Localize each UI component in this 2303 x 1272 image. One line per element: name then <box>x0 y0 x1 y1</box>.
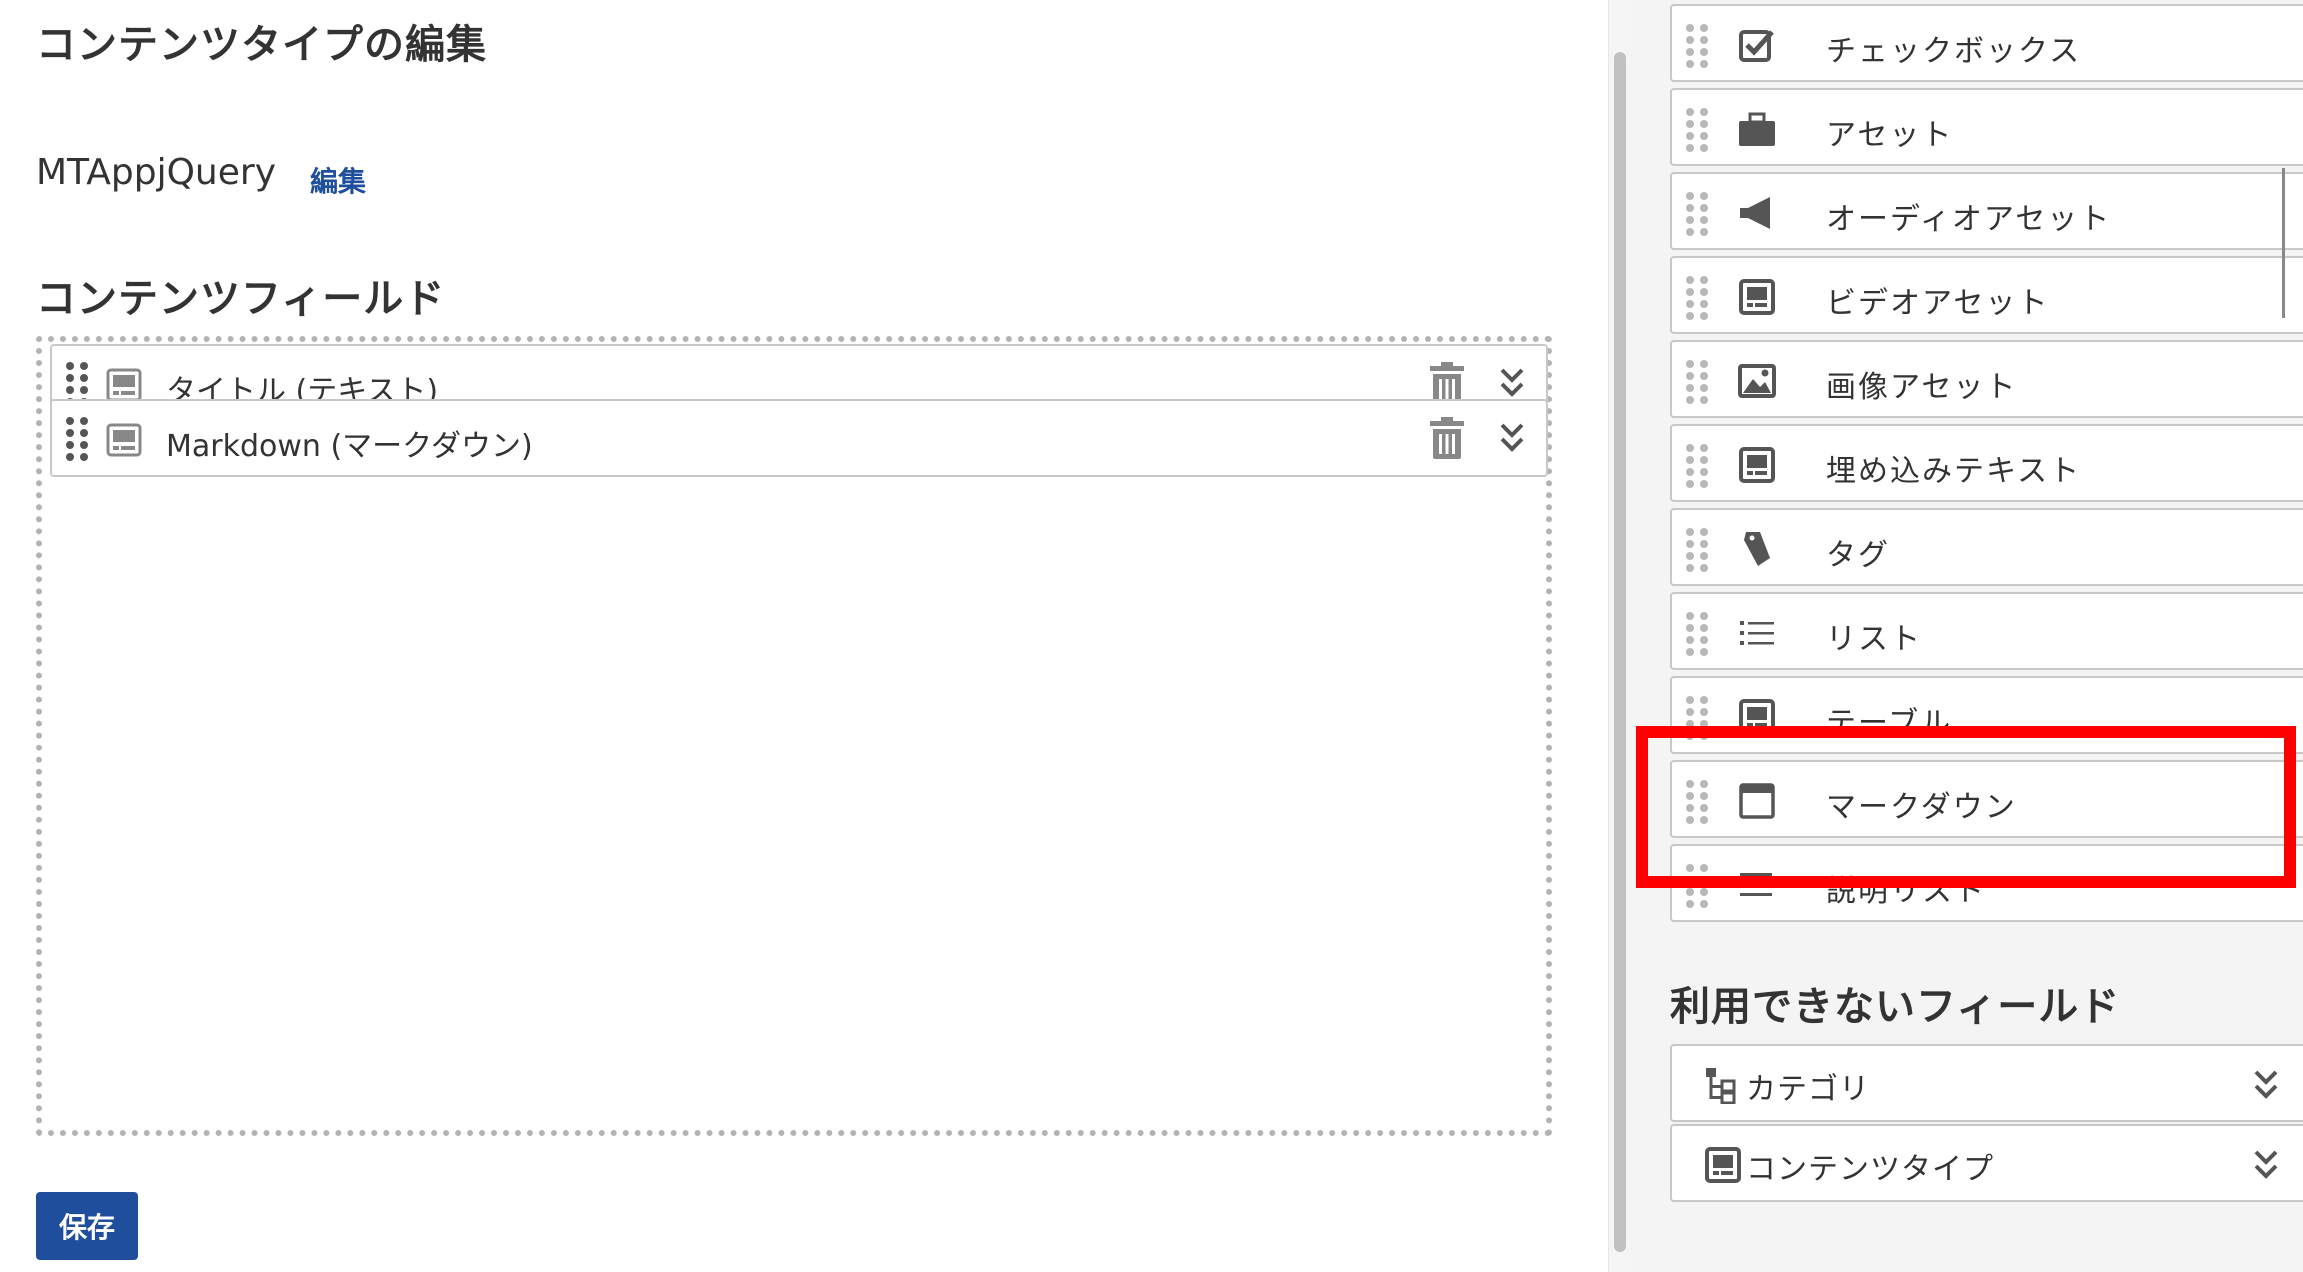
briefcase-icon <box>1739 112 1775 146</box>
field-type-image-asset[interactable]: 画像アセット <box>1670 340 2303 418</box>
drag-handle-icon[interactable] <box>1686 696 1708 740</box>
content-field-label: Markdown (マークダウン) <box>166 429 533 464</box>
chevron-double-down-icon[interactable] <box>1498 421 1526 455</box>
drag-handle-icon[interactable] <box>66 417 88 461</box>
checkbox-icon <box>1739 30 1774 62</box>
chevron-double-down-icon[interactable] <box>2252 1068 2280 1102</box>
field-type-list[interactable]: リスト <box>1670 592 2303 670</box>
description-list-icon <box>1740 873 1772 896</box>
drag-handle-icon[interactable] <box>1686 612 1708 656</box>
field-type-label: ビデオアセット <box>1826 286 2050 321</box>
drag-handle-icon[interactable] <box>1686 360 1708 404</box>
chevron-double-down-icon[interactable] <box>1498 366 1526 400</box>
trash-icon[interactable] <box>1430 417 1464 459</box>
save-button[interactable]: 保存 <box>36 1192 138 1260</box>
drag-handle-icon[interactable] <box>1686 864 1708 908</box>
field-types-panel: チェックボックス アセット オーディオアセット ビデオアセット 画像アセット 埋… <box>1630 0 2303 1272</box>
markdown-window-icon <box>1739 783 1775 819</box>
field-type-video-asset[interactable]: ビデオアセット <box>1670 256 2303 334</box>
unavailable-field-label: コンテンツタイプ <box>1746 1152 1994 1187</box>
field-type-embedded-text[interactable]: 埋め込みテキスト <box>1670 424 2303 502</box>
scrollbar-thumb[interactable] <box>1614 52 1626 1252</box>
unavailable-field-category[interactable]: カテゴリ <box>1670 1044 2303 1122</box>
drag-handle-icon[interactable] <box>1686 192 1708 236</box>
chevron-double-down-icon[interactable] <box>2252 1148 2280 1182</box>
field-type-label: 埋め込みテキスト <box>1826 454 2082 489</box>
field-type-label: チェックボックス <box>1826 34 2082 69</box>
field-type-label: リスト <box>1826 622 1922 657</box>
field-type-asset[interactable]: アセット <box>1670 88 2303 166</box>
edit-name-link[interactable]: 編集 <box>310 160 366 200</box>
field-type-label: オーディオアセット <box>1826 202 2112 237</box>
field-type-label: アセット <box>1826 118 1954 153</box>
drag-handle-icon[interactable] <box>1686 780 1708 824</box>
drag-handle-icon[interactable] <box>1686 24 1708 68</box>
field-type-table[interactable]: テーブル <box>1670 676 2303 754</box>
category-tree-icon <box>1706 1068 1736 1104</box>
drag-handle-icon[interactable] <box>1686 276 1708 320</box>
list-icon <box>1740 621 1774 645</box>
main-content: コンテンツタイプの編集 MTAppjQuery 編集 コンテンツフィールド タイ… <box>0 0 1608 1272</box>
content-type-icon <box>1705 1147 1741 1183</box>
embed-text-icon <box>1739 447 1775 483</box>
scrollbar[interactable] <box>1608 0 1630 1272</box>
field-type-description-list[interactable]: 説明リスト <box>1670 844 2303 922</box>
field-type-label: 説明リスト <box>1826 874 1986 909</box>
field-type-label: テーブル <box>1826 706 1953 741</box>
field-type-label: マークダウン <box>1826 790 2017 825</box>
trash-icon[interactable] <box>1430 362 1464 404</box>
content-type-name: MTAppjQuery <box>36 152 276 193</box>
image-icon <box>1738 364 1776 398</box>
field-type-checkbox[interactable]: チェックボックス <box>1670 4 2303 82</box>
table-icon <box>1739 699 1775 735</box>
field-type-label: タグ <box>1826 538 1890 573</box>
unavailable-field-label: カテゴリ <box>1746 1072 1870 1107</box>
field-type-tag[interactable]: タグ <box>1670 508 2303 586</box>
text-field-icon <box>106 368 142 402</box>
panel-edge <box>2282 168 2285 318</box>
tag-icon <box>1744 532 1770 566</box>
drag-handle-icon[interactable] <box>1686 108 1708 152</box>
field-type-label: 画像アセット <box>1826 370 2018 405</box>
page-title: コンテンツタイプの編集 <box>36 22 487 68</box>
text-field-icon <box>106 423 142 457</box>
field-type-markdown[interactable]: マークダウン <box>1670 760 2303 838</box>
speaker-icon <box>1740 197 1770 229</box>
unavailable-fields-title: 利用できないフィールド <box>1670 984 2121 1030</box>
video-icon <box>1739 279 1775 315</box>
content-fields-title: コンテンツフィールド <box>36 276 446 322</box>
content-fields-dropzone[interactable]: タイトル (テキスト) Markdown (マークダウン) <box>36 336 1552 1136</box>
drag-handle-icon[interactable] <box>1686 444 1708 488</box>
field-type-audio-asset[interactable]: オーディオアセット <box>1670 172 2303 250</box>
unavailable-field-content-type[interactable]: コンテンツタイプ <box>1670 1124 2303 1202</box>
drag-handle-icon[interactable] <box>1686 528 1708 572</box>
content-field-row[interactable]: Markdown (マークダウン) <box>50 399 1548 477</box>
